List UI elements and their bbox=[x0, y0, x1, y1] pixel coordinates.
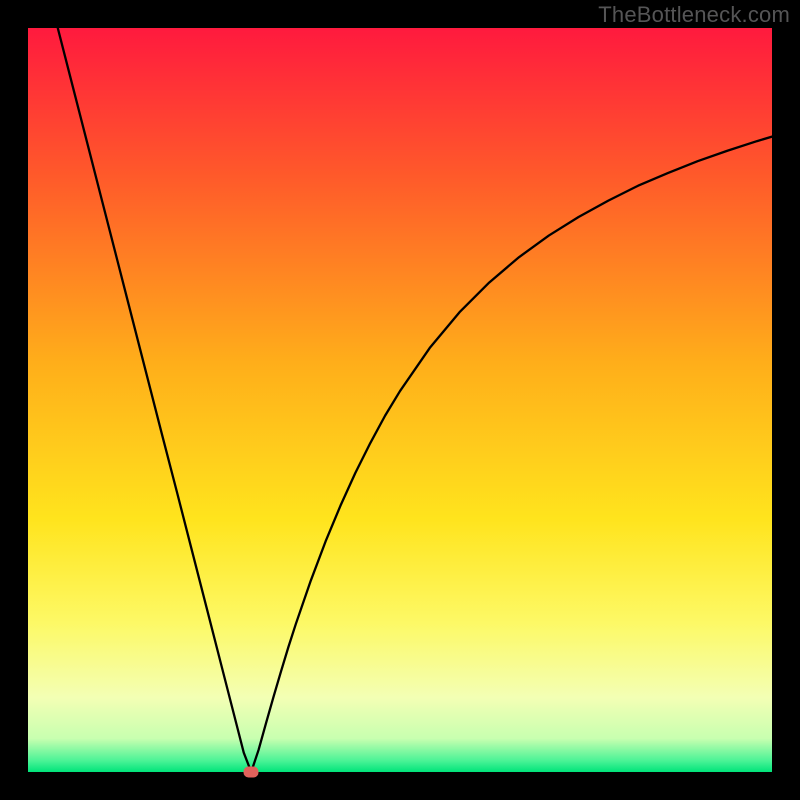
plot-area bbox=[28, 28, 772, 772]
chart-frame: TheBottleneck.com bbox=[0, 0, 800, 800]
optimal-point-marker bbox=[244, 767, 259, 778]
bottleneck-curve bbox=[28, 28, 772, 772]
watermark-text: TheBottleneck.com bbox=[598, 2, 790, 28]
